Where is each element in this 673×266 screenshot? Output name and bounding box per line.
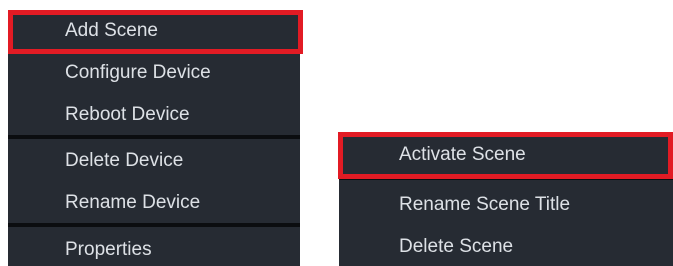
menu-separator: [339, 176, 673, 180]
menu-item-configure-device[interactable]: Configure Device: [8, 54, 300, 91]
menu-item-label: Add Scene: [65, 20, 158, 41]
menu-item-label: Activate Scene: [399, 143, 526, 165]
menu-item-reboot-device[interactable]: Reboot Device: [8, 96, 300, 133]
menu-item-delete-device[interactable]: Delete Device: [8, 142, 300, 179]
menu-item-activate-scene[interactable]: Activate Scene: [339, 133, 673, 175]
menu-item-label: Reboot Device: [65, 104, 190, 125]
menu-item-properties[interactable]: Properties: [8, 231, 300, 266]
screenshot-canvas: Add Scene Configure Device Reboot Device…: [0, 0, 673, 266]
menu-item-add-scene[interactable]: Add Scene: [8, 12, 300, 49]
menu-item-delete-scene[interactable]: Delete Scene: [339, 225, 673, 266]
menu-item-label: Delete Scene: [399, 235, 514, 257]
menu-item-rename-scene-title[interactable]: Rename Scene Title: [339, 183, 673, 225]
menu-separator: [8, 223, 300, 227]
menu-item-label: Configure Device: [65, 62, 211, 83]
menu-separator: [8, 135, 300, 139]
menu-item-rename-device[interactable]: Rename Device: [8, 184, 300, 221]
device-context-menu: Add Scene Configure Device Reboot Device…: [8, 10, 300, 266]
menu-item-label: Delete Device: [65, 150, 184, 171]
menu-item-label: Rename Device: [65, 192, 201, 213]
scene-context-menu: Activate Scene Rename Scene Title Delete…: [339, 133, 673, 266]
menu-item-label: Rename Scene Title: [399, 193, 571, 215]
menu-item-label: Properties: [65, 239, 152, 260]
